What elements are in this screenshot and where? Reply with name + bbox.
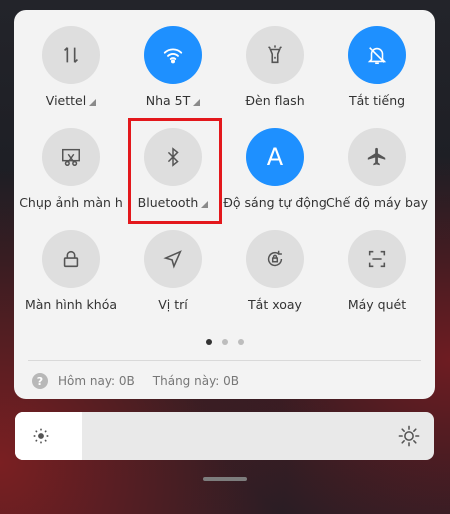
tile-auto-brightness[interactable]: A Độ sáng tự động	[223, 128, 327, 228]
brightness-slider[interactable]	[15, 412, 434, 460]
flashlight-icon	[246, 26, 304, 84]
divider	[28, 360, 421, 361]
tile-label: Đèn flash	[245, 93, 305, 108]
tile-mobile-data[interactable]: Viettel	[19, 26, 123, 126]
bluetooth-highlight-box	[128, 118, 222, 224]
tile-label: Vị trí	[158, 297, 188, 312]
tile-label: Chế độ máy bay	[325, 195, 429, 210]
tile-label: Nha 5T	[145, 93, 191, 108]
tile-lock-screen[interactable]: Màn hình khóa	[19, 230, 123, 330]
sun-small-icon	[33, 428, 49, 444]
tile-label: Tắt tiếng	[348, 93, 406, 108]
tile-label: Tắt xoay	[248, 297, 302, 312]
expand-caret-icon	[193, 99, 201, 106]
lock-icon	[42, 230, 100, 288]
data-usage-row[interactable]: ? Hôm nay: 0B Tháng này: 0B	[32, 373, 239, 389]
tile-scanner[interactable]: Máy quét	[325, 230, 429, 330]
page-dot[interactable]	[221, 339, 228, 345]
mobile-data-arrows-icon	[42, 26, 100, 84]
tile-label: Máy quét	[347, 297, 407, 312]
tile-silent[interactable]: Tắt tiếng	[325, 26, 429, 126]
sun-large-icon	[398, 425, 420, 447]
tile-label: Chụp ảnh màn h	[19, 195, 123, 210]
usage-month: Tháng này: 0B	[152, 374, 240, 388]
location-arrow-icon	[144, 230, 202, 288]
tile-wifi[interactable]: Nha 5T	[121, 26, 225, 126]
tile-airplane[interactable]: Chế độ máy bay	[325, 128, 429, 228]
tile-label: Viettel	[45, 93, 87, 108]
tile-screenshot[interactable]: Chụp ảnh màn h	[19, 128, 123, 228]
page-dot[interactable]	[205, 339, 212, 345]
bell-off-icon	[348, 26, 406, 84]
screenshot-scissors-icon	[42, 128, 100, 186]
rotation-lock-icon	[246, 230, 304, 288]
auto-brightness-glyph: A	[266, 143, 284, 171]
usage-today: Hôm nay: 0B	[58, 374, 135, 388]
tile-auto-rotate[interactable]: Tắt xoay	[223, 230, 327, 330]
quick-settings-panel: Viettel Nha 5T Đèn flash Tắt tiếng Chụp …	[14, 10, 435, 399]
tile-flashlight[interactable]: Đèn flash	[223, 26, 327, 126]
page-indicator	[14, 339, 435, 345]
expand-caret-icon	[89, 99, 97, 106]
panel-drag-handle[interactable]	[203, 477, 247, 481]
airplane-icon	[348, 128, 406, 186]
scan-frame-icon	[348, 230, 406, 288]
tile-label: Độ sáng tự động	[223, 195, 327, 210]
page-dot[interactable]	[237, 339, 244, 345]
wifi-icon	[144, 26, 202, 84]
auto-brightness-letter-a-icon: A	[246, 128, 304, 186]
tile-label: Màn hình khóa	[24, 297, 118, 312]
tile-location[interactable]: Vị trí	[121, 230, 225, 330]
help-icon: ?	[32, 373, 48, 389]
